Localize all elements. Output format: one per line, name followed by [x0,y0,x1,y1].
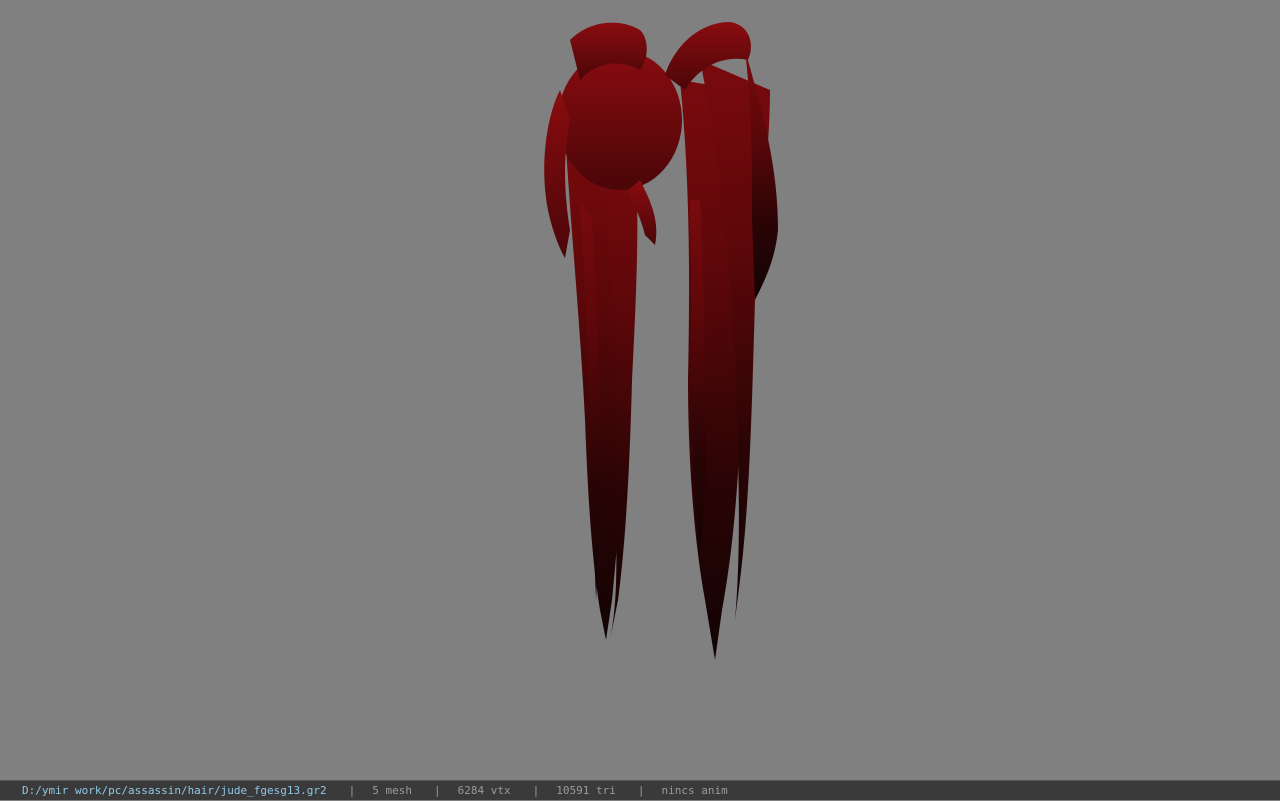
mesh-count: 5 mesh [372,783,413,797]
left-ponytail [565,130,638,640]
file-path: D:/ymir work/pc/assassin/hair/jude_fgesg… [22,783,327,797]
separator: | [348,783,356,797]
separator: | [434,783,441,797]
hair-model-render [544,22,778,660]
3d-viewport[interactable] [0,0,1280,780]
vertex-count: 6284 vtx [457,783,511,797]
separator: | [637,783,645,797]
triangle-count: 10591 tri [556,783,616,797]
right-ponytail [680,50,778,660]
status-bar: D:/ymir work/pc/assassin/hair/jude_fgesg… [0,780,1280,800]
animation-status: nincs anim [661,783,728,797]
separator: | [532,783,540,797]
